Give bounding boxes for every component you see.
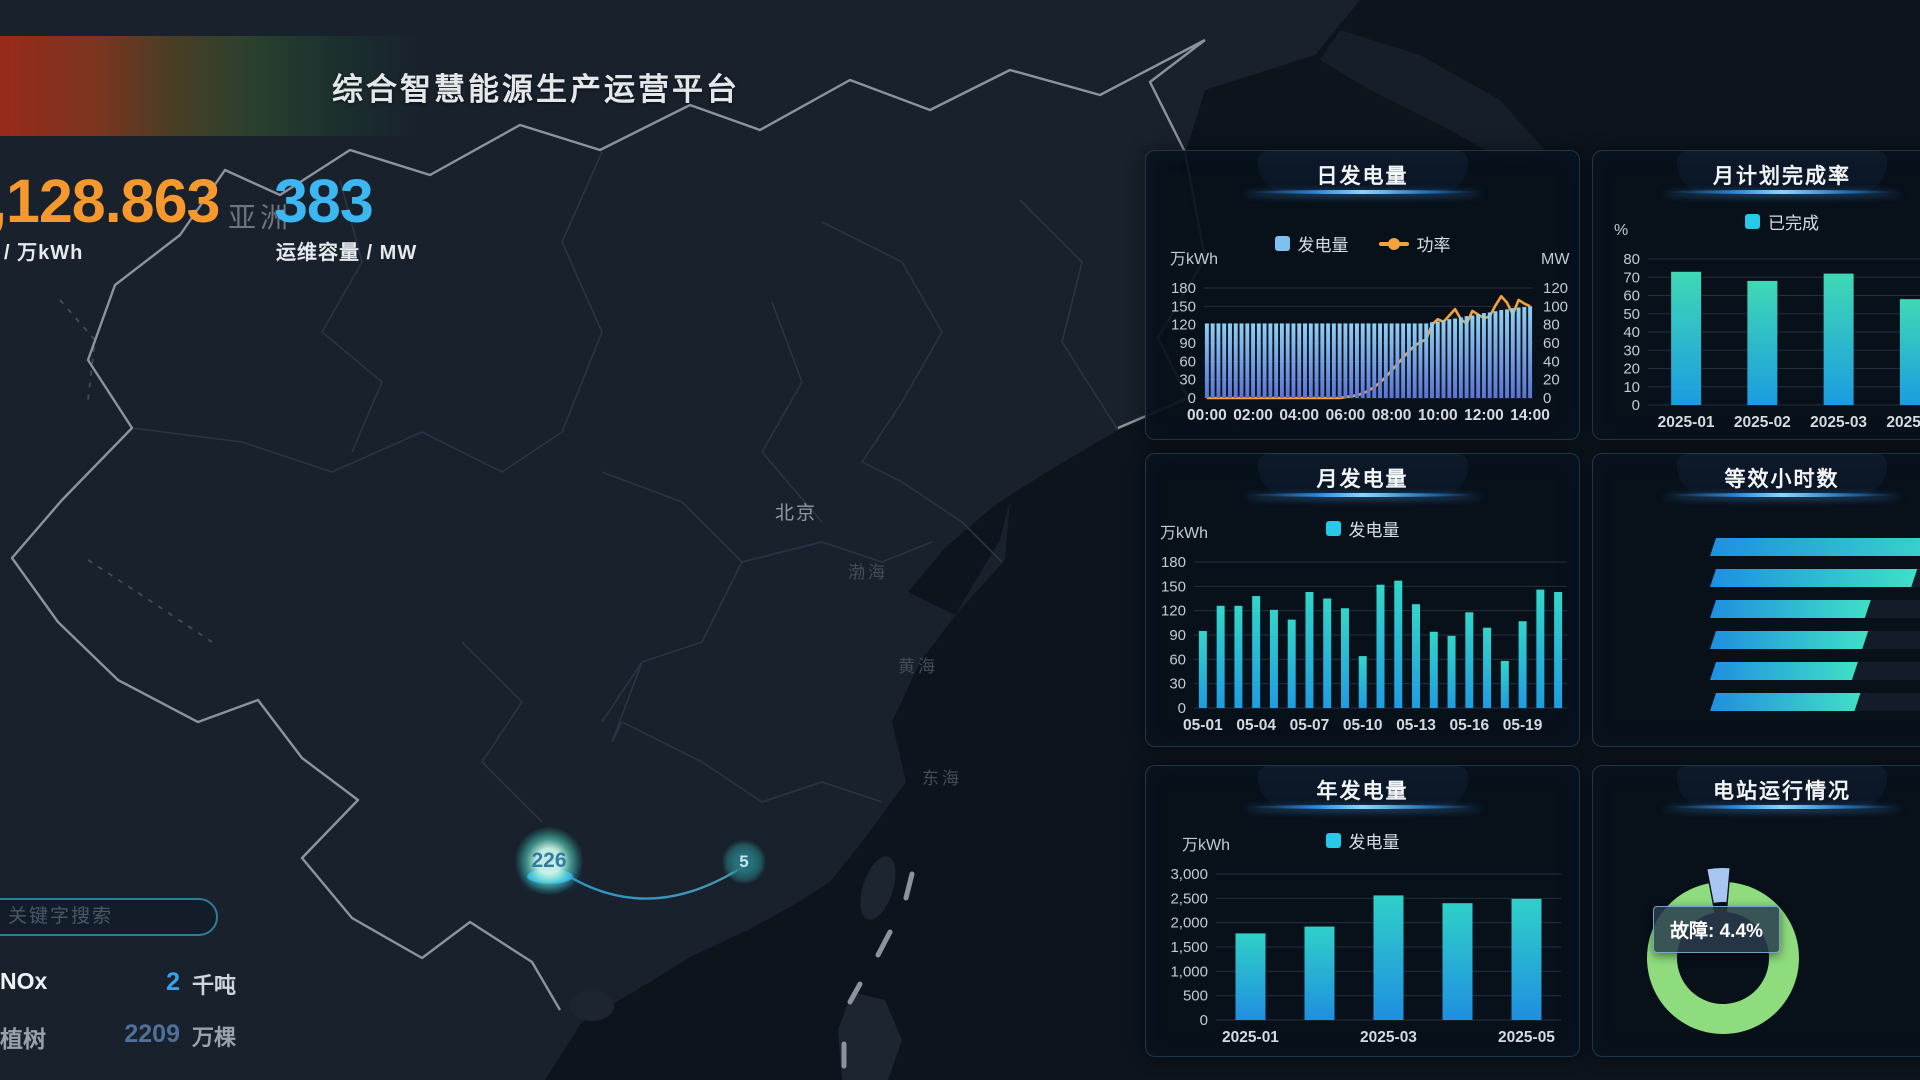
trees-unit: 万棵 (192, 1020, 236, 1052)
svg-text:0: 0 (1188, 390, 1196, 407)
svg-text:30: 30 (1623, 342, 1640, 359)
panel-monthly-generation: 月发电量 发电量 0306090120150180万kWh05-0105-040… (1145, 453, 1580, 747)
svg-text:20: 20 (1623, 361, 1640, 378)
svg-text:30: 30 (1169, 676, 1186, 693)
eco-trees-row: 植树 2209 万棵 (0, 1020, 260, 1048)
dashboard: 综合智慧能源生产运营平台 亚洲 北京 渤海 黄海 东海 ,128.863 / 万… (0, 0, 1920, 1080)
svg-text:120: 120 (1161, 603, 1186, 620)
svg-text:1,000: 1,000 (1170, 963, 1208, 980)
svg-text:60: 60 (1169, 651, 1186, 668)
svg-text:80: 80 (1623, 251, 1640, 268)
svg-text:150: 150 (1161, 578, 1186, 595)
search-input[interactable] (0, 898, 218, 936)
plan-completion-chart[interactable]: 01020 30405060 7080% 2025-01 2025-02 2025-03 2… (1593, 151, 1920, 441)
svg-text:10:00: 10:00 (1418, 407, 1458, 424)
panel-equivalent-hours: 等效小时数 (1592, 453, 1920, 747)
svg-text:90: 90 (1179, 335, 1196, 352)
svg-text:40: 40 (1543, 353, 1560, 370)
svg-text:180: 180 (1161, 554, 1186, 571)
svg-text:02:00: 02:00 (1233, 407, 1273, 424)
svg-text:2025-03: 2025-03 (1810, 414, 1867, 431)
hainan-island (570, 991, 614, 1021)
monthly-generation-chart[interactable]: 0 30 60 90 120 150 180 万kWh 05-01 05-04 05-07 05-10… (1146, 454, 1581, 748)
svg-text:30: 30 (1179, 372, 1196, 389)
svg-text:05-04: 05-04 (1236, 717, 1276, 734)
svg-text:05-10: 05-10 (1343, 717, 1383, 734)
svg-text:70: 70 (1623, 269, 1640, 286)
svg-text:2,000: 2,000 (1170, 915, 1208, 932)
nox-value: 2 (110, 968, 180, 997)
svg-text:120: 120 (1171, 317, 1196, 334)
svg-text:20: 20 (1543, 372, 1560, 389)
daily-generation-label: / 万kWh (4, 236, 83, 265)
map-marker-5[interactable]: 5 (722, 840, 766, 884)
svg-text:60: 60 (1179, 353, 1196, 370)
map-marker-226[interactable]: 226 (515, 827, 583, 895)
svg-text:04:00: 04:00 (1279, 407, 1319, 424)
svg-text:2025-04: 2025-04 (1886, 414, 1920, 431)
equivalent-hours-chart[interactable] (1593, 454, 1920, 748)
svg-text:1,500: 1,500 (1170, 939, 1208, 956)
panel-station-status: 电站运行情况 故障: 4.4% (1592, 765, 1920, 1057)
svg-text:0: 0 (1632, 397, 1640, 414)
svg-text:12:00: 12:00 (1464, 407, 1504, 424)
svg-text:2025-05: 2025-05 (1498, 1029, 1555, 1046)
svg-text:0: 0 (1200, 1012, 1208, 1029)
svg-text:50: 50 (1623, 306, 1640, 323)
svg-text:万kWh: 万kWh (1170, 251, 1218, 268)
svg-text:05-07: 05-07 (1290, 717, 1330, 734)
panel-daily-generation: 日发电量 发电量 功率 0306090120150180020406080100… (1145, 150, 1580, 440)
svg-text:2025-01: 2025-01 (1658, 414, 1715, 431)
svg-text:0: 0 (1178, 700, 1186, 717)
svg-text:08:00: 08:00 (1372, 407, 1412, 424)
eco-nox-row: NOx 2 千吨 (0, 968, 260, 996)
nox-label: NOx (0, 968, 47, 995)
svg-text:06:00: 06:00 (1326, 407, 1366, 424)
yearly-generation-chart[interactable]: 0 500 1,000 1,500 2,000 2,500 3,000 万kWh 2025-01… (1146, 766, 1581, 1058)
svg-text:500: 500 (1183, 988, 1208, 1005)
capacity-value: 383 (274, 166, 373, 236)
daily-generation-value: ,128.863 (0, 166, 219, 236)
svg-text:2025-02: 2025-02 (1734, 414, 1791, 431)
panel-yearly-generation: 年发电量 发电量 05001,0001,5002,0002,5003,000万k… (1145, 765, 1580, 1057)
nox-unit: 千吨 (192, 968, 236, 1000)
svg-text:150: 150 (1171, 298, 1196, 315)
svg-text:05-19: 05-19 (1503, 717, 1543, 734)
svg-text:05-16: 05-16 (1449, 717, 1489, 734)
panel-plan-completion: 月计划完成率 已完成 01020304050607080%2025-012025… (1592, 150, 1920, 440)
svg-text:80: 80 (1543, 317, 1560, 334)
trees-label: 植树 (0, 1020, 46, 1054)
page-title: 综合智慧能源生产运营平台 (332, 64, 740, 109)
svg-text:00:00: 00:00 (1187, 407, 1227, 424)
svg-text:2025-03: 2025-03 (1360, 1029, 1417, 1046)
svg-text:100: 100 (1543, 298, 1568, 315)
svg-text:120: 120 (1543, 280, 1568, 297)
svg-text:2,500: 2,500 (1170, 890, 1208, 907)
daily-generation-chart[interactable]: 0306090120150180020406080100120万kWhMW00:… (1146, 151, 1581, 441)
svg-text:180: 180 (1171, 280, 1196, 297)
svg-text:0: 0 (1543, 390, 1551, 407)
svg-text:40: 40 (1623, 324, 1640, 341)
svg-text:10: 10 (1623, 379, 1640, 396)
svg-text:万kWh: 万kWh (1160, 525, 1208, 542)
svg-text:%: % (1614, 222, 1628, 239)
svg-text:3,000: 3,000 (1170, 866, 1208, 883)
svg-text:60: 60 (1623, 288, 1640, 305)
capacity-label: 运维容量 / MW (276, 236, 417, 265)
svg-text:MW: MW (1541, 251, 1570, 268)
svg-text:万kWh: 万kWh (1182, 837, 1230, 854)
donut-tooltip: 故障: 4.4% (1653, 906, 1780, 953)
trees-value: 2209 (110, 1020, 180, 1049)
svg-text:2025-01: 2025-01 (1222, 1029, 1279, 1046)
svg-text:05-01: 05-01 (1183, 717, 1223, 734)
svg-text:14:00: 14:00 (1510, 407, 1550, 424)
svg-text:90: 90 (1169, 627, 1186, 644)
svg-text:05-13: 05-13 (1396, 717, 1436, 734)
svg-text:60: 60 (1543, 335, 1560, 352)
